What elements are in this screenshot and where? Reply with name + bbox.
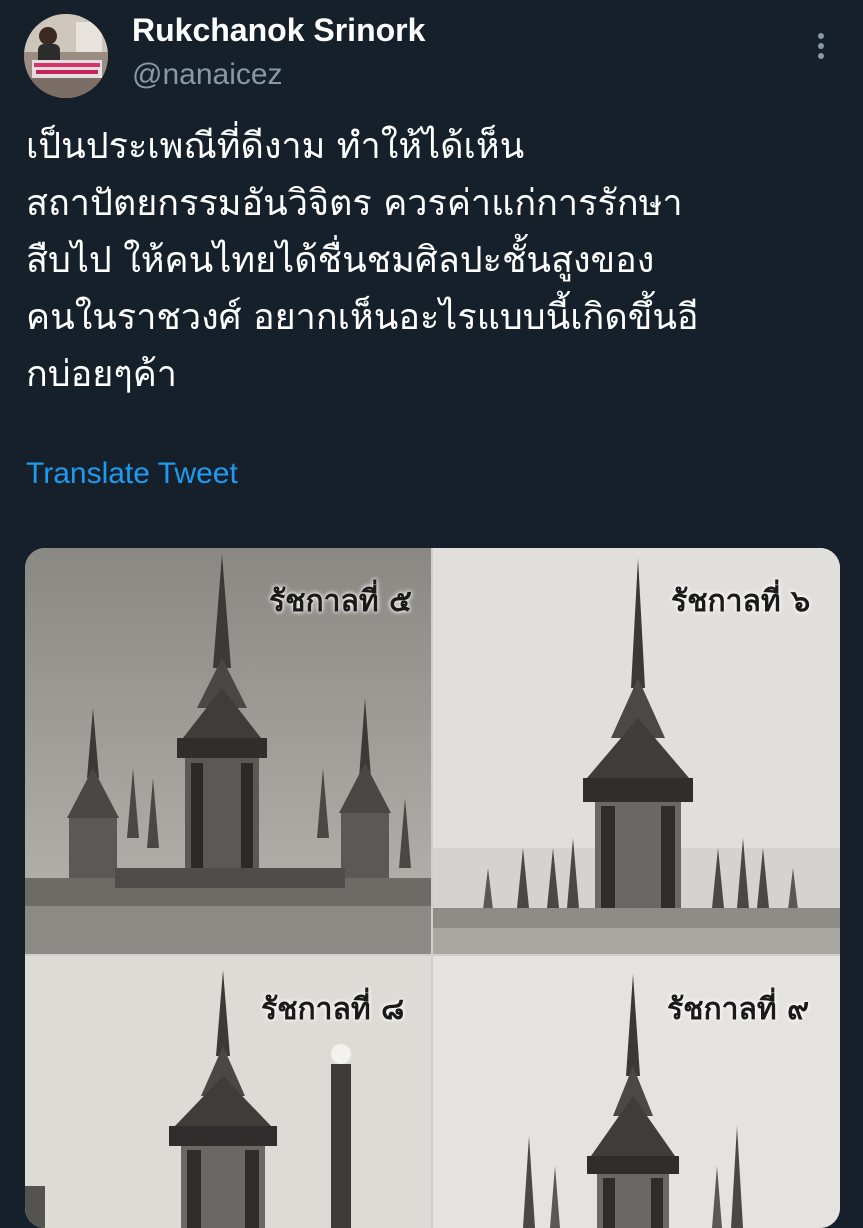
panel-label: รัชกาลที่ ๙ [667, 992, 810, 1027]
media-photo-1[interactable]: รัชกาลที่ ๕ [25, 548, 431, 954]
media-photo-2[interactable]: รัชกาลที่ ๖ [433, 548, 840, 954]
tweet-text-line: เป็นประเพณีที่ดีงาม ทำให้ได้เห็น [26, 126, 525, 167]
more-vertical-icon[interactable] [806, 30, 836, 66]
author-handle[interactable]: @nanaicez [132, 56, 283, 94]
media-grid[interactable]: รัชกาลที่ ๕ รัชกาลที่ ๖ รัชกาลที่ ๘ รัชก… [25, 548, 840, 1228]
panel-label: รัชกาลที่ ๖ [671, 584, 811, 619]
media-photo-3[interactable]: รัชกาลที่ ๘ [25, 956, 431, 1228]
avatar[interactable] [24, 14, 108, 98]
tweet: Rukchanok Srinork @nanaicez เป็นประเพณีท… [0, 0, 863, 1228]
tweet-text-line: สืบไป ให้คนไทยได้ชื่นชมศิลปะชั้นสูงของ [26, 240, 655, 281]
author-display-name[interactable]: Rukchanok Srinork [132, 10, 425, 50]
tweet-text: เป็นประเพณีที่ดีงาม ทำให้ได้เห็น สถาปัตย… [26, 118, 836, 403]
tweet-text-line: สถาปัตยกรรมอันวิจิตร ควรค่าแก่การรักษา [26, 183, 683, 224]
tweet-text-line: คนในราชวงศ์ อยากเห็นอะไรแบบนี้เกิดขึ้นอี [26, 297, 699, 338]
avatar-image [24, 14, 108, 98]
translate-tweet-link[interactable]: Translate Tweet [26, 455, 238, 493]
panel-label: รัชกาลที่ ๕ [269, 584, 412, 619]
media-photo-4[interactable]: รัชกาลที่ ๙ [433, 956, 840, 1228]
tweet-text-line: กบ่อยๆค้า [26, 354, 177, 395]
panel-label: รัชกาลที่ ๘ [261, 992, 405, 1027]
